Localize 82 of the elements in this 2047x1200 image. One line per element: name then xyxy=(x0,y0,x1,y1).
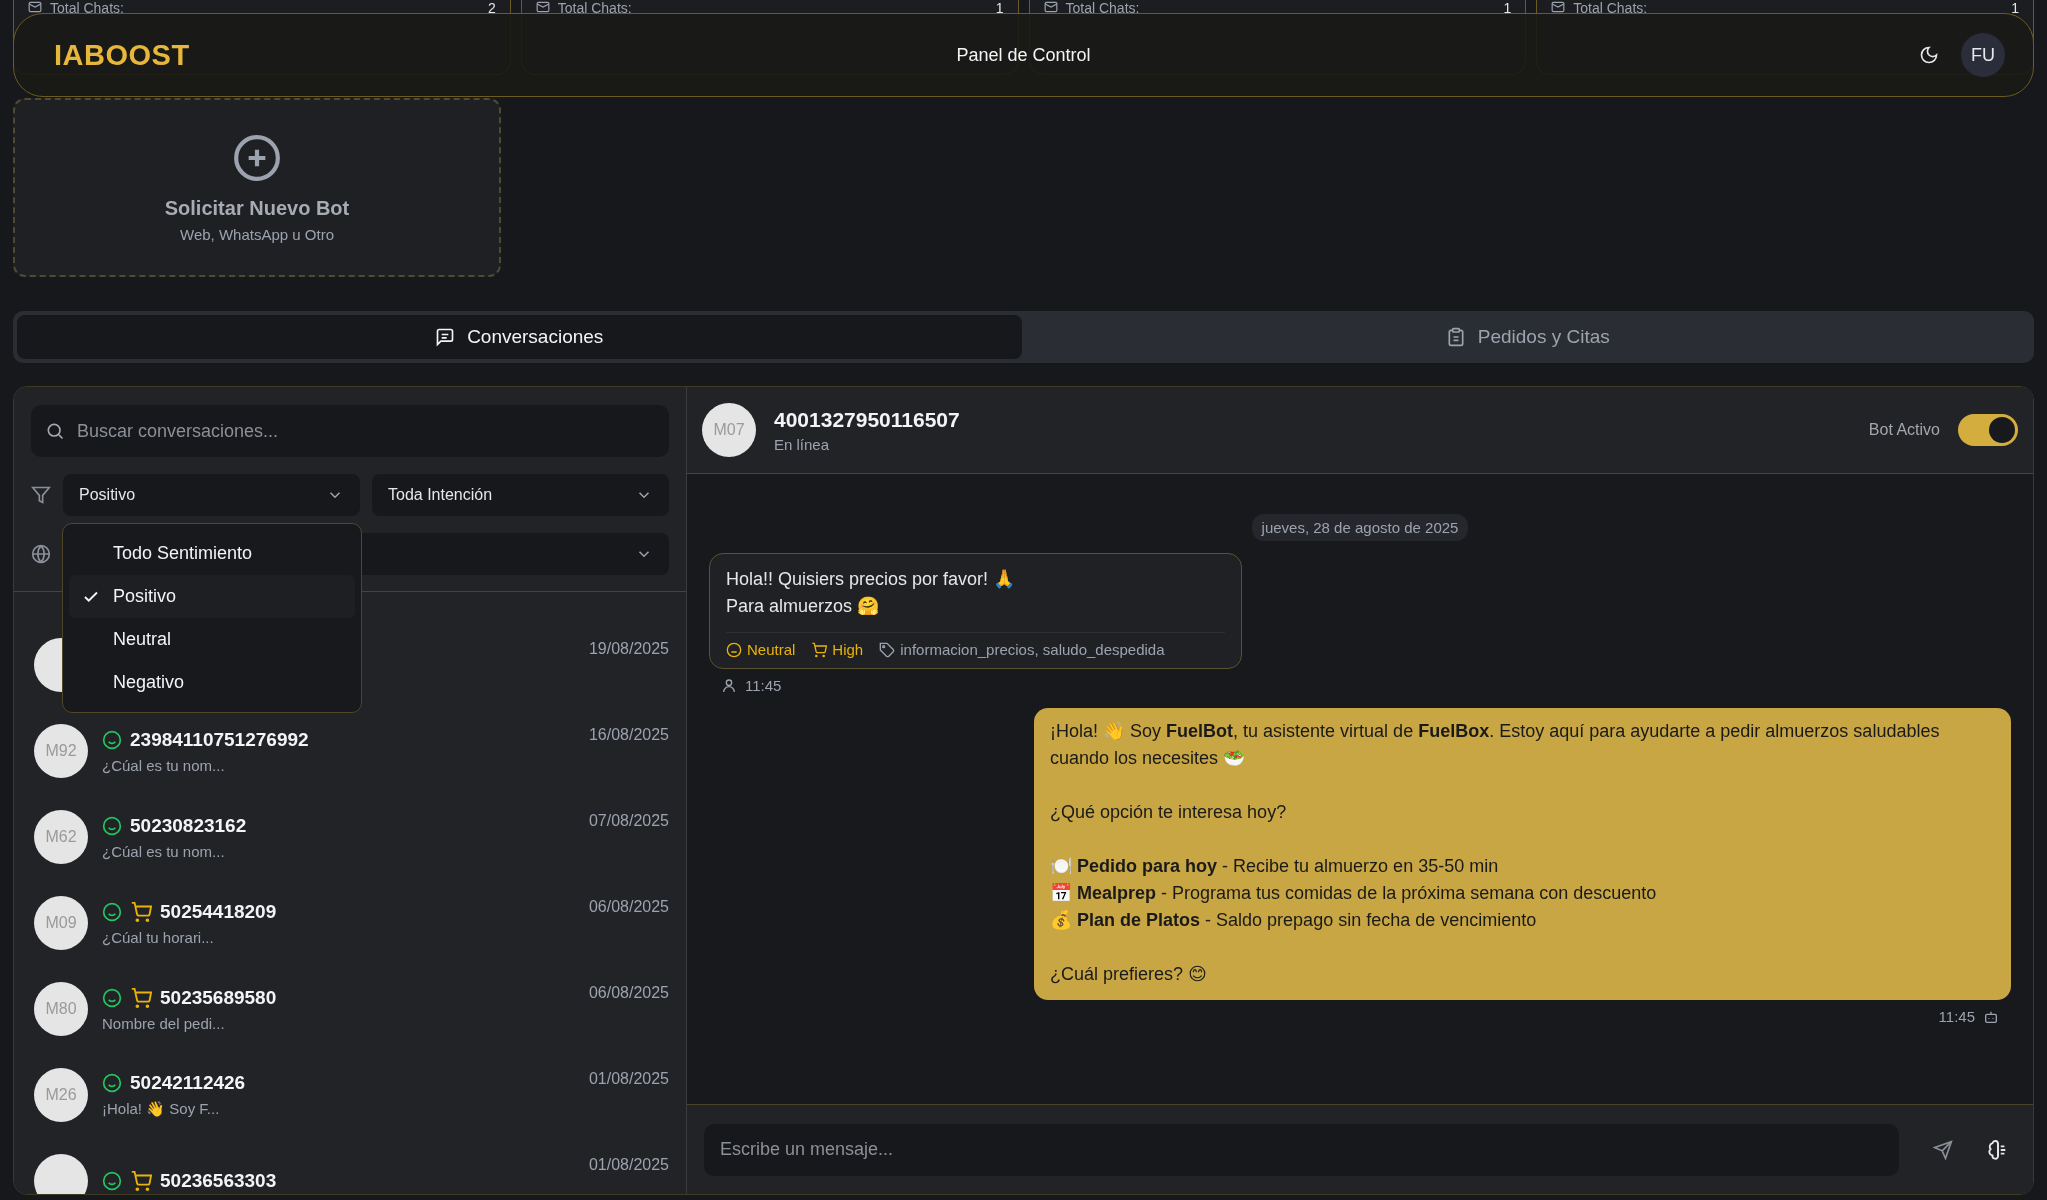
avatar xyxy=(34,1154,88,1194)
cart-icon xyxy=(130,1170,152,1192)
conversation-date: 19/08/2025 xyxy=(588,640,669,658)
message-text: ¡Hola! 👋 Soy FuelBot, tu asistente virtual de FuelBox. Estoy aquí para ayudarte a pedir almuerzos saludables cuando los necesites 🥗 xyxy=(1050,720,1941,770)
message-time: 11:45 xyxy=(1938,1008,1975,1025)
page-title: Panel de Control xyxy=(956,44,1091,66)
contact-name: 4001327950116507 xyxy=(774,407,961,432)
avatar: M09 xyxy=(34,896,88,950)
purchase-intent-tag: High xyxy=(811,641,864,658)
mail-icon xyxy=(28,0,42,14)
message-text: ¿Cuál prefieres? 😊 xyxy=(1050,963,1208,986)
plus-circle-icon xyxy=(232,132,282,183)
conversation-date: 01/08/2025 xyxy=(588,1070,669,1088)
cart-icon xyxy=(130,900,152,923)
conversation-date: 01/08/2025 xyxy=(588,1156,669,1174)
bot-toggle[interactable] xyxy=(1958,414,2018,446)
message-icon xyxy=(435,327,456,347)
contact-status: En línea xyxy=(774,435,831,453)
card-subtitle: Web, WhatsApp u Otro xyxy=(180,225,334,243)
menu-option[interactable]: Negativo xyxy=(69,661,355,704)
message-text: 🍽 Pedido para hoy - Recibe tu almuerzo en 35-50 min 📅 Mealprep - Programa tus comidas de la próxima semana con descuento 💰 Plan de Platos - Saldo prepago sin fecha de vencimiento xyxy=(1050,855,1658,932)
avatar: M62 xyxy=(34,810,88,864)
stat-label: Total Chats: xyxy=(1573,0,1648,16)
avatar: M92 xyxy=(34,724,88,778)
message-text: ¿Qué opción te interesa hoy? xyxy=(1050,801,1288,824)
message-preview: ¿Cúal tu horari... xyxy=(102,928,215,946)
mail-icon xyxy=(1551,0,1566,14)
conversation-date: 06/08/2025 xyxy=(588,898,669,916)
stat-value: 2 xyxy=(487,0,496,16)
menu-option[interactable]: Todo Sentimiento xyxy=(69,532,355,575)
stat-value: 1 xyxy=(2011,0,2019,16)
user-avatar[interactable]: FU xyxy=(1961,33,2005,77)
stat-value: 1 xyxy=(1503,0,1512,16)
conversation-date: 06/08/2025 xyxy=(588,984,669,1002)
message-preview: ¿Cúal es tu nom... xyxy=(102,842,226,860)
mail-icon xyxy=(1043,0,1058,14)
search-field[interactable]: Buscar conversaciones... xyxy=(31,405,669,457)
moon-icon[interactable] xyxy=(1919,45,1939,65)
menu-option[interactable]: Neutral xyxy=(69,618,355,661)
conversation-name[interactable]: 50230823162 xyxy=(130,814,247,837)
filter-select[interactable]: Toda Intención xyxy=(372,474,669,516)
conversation-name[interactable]: 23984110751276992 xyxy=(130,728,309,751)
filter-icon xyxy=(31,485,51,505)
avatar: M26 xyxy=(34,1068,88,1122)
search-icon xyxy=(45,421,65,441)
toggle-label: Bot Activo xyxy=(1868,421,1940,439)
message-preview: Nombre del pedi... xyxy=(102,1014,226,1032)
conversation-name[interactable]: 50254418209 xyxy=(160,900,277,923)
cart-icon xyxy=(130,986,152,1009)
conversation-date: 07/08/2025 xyxy=(588,812,669,830)
message-text: Hola!! Quisiers precios por favor! 🙏 Para almuerzos 🤗 xyxy=(726,568,1017,618)
conversation-name[interactable]: 50242112426 xyxy=(130,1072,246,1094)
stat-value: 1 xyxy=(995,0,1004,16)
card-title: Solicitar Nuevo Bot xyxy=(164,196,350,220)
conversation-name[interactable]: 50235689580 xyxy=(160,986,277,1009)
neutral-face-icon xyxy=(726,641,742,658)
mail-icon xyxy=(535,0,550,14)
cart-icon xyxy=(811,641,828,658)
message-time: 11:45 xyxy=(745,677,782,694)
stat-label: Total Chats: xyxy=(50,0,124,16)
globe-icon xyxy=(31,544,51,564)
tab[interactable]: Pedidos y Citas xyxy=(1025,315,2030,359)
send-icon[interactable] xyxy=(1933,1139,1953,1160)
avatar: M80 xyxy=(34,982,88,1036)
stat-label: Total Chats: xyxy=(1065,0,1140,16)
logo: IABOOST xyxy=(54,38,190,72)
avatar: M07 xyxy=(702,403,756,457)
conversation-name[interactable]: 50236563303 xyxy=(160,1170,277,1192)
date-divider: jueves, 28 de agosto de 2025 xyxy=(1251,514,1469,541)
message-input[interactable]: Escribe un mensaje... xyxy=(704,1123,1899,1176)
conversation-date: 16/08/2025 xyxy=(588,726,669,744)
menu-option[interactable]: Positivo xyxy=(69,575,355,618)
message-preview: ¿Cúal es tu nom... xyxy=(102,756,226,774)
sentiment-tag: Neutral xyxy=(726,641,796,658)
new-bot-card[interactable]: Solicitar Nuevo Bot Web, WhatsApp u Otro xyxy=(13,98,501,277)
user-icon xyxy=(721,677,737,694)
filter-select[interactable]: Positivo xyxy=(63,474,360,516)
intent-tags: informacion_precios, saludo_despedida xyxy=(879,641,1165,658)
tab[interactable]: Conversaciones xyxy=(17,315,1022,359)
tag-icon xyxy=(879,641,896,658)
stat-label: Total Chats: xyxy=(557,0,632,16)
message-preview: ¡Hola! 👋 Soy F... xyxy=(102,1100,221,1118)
